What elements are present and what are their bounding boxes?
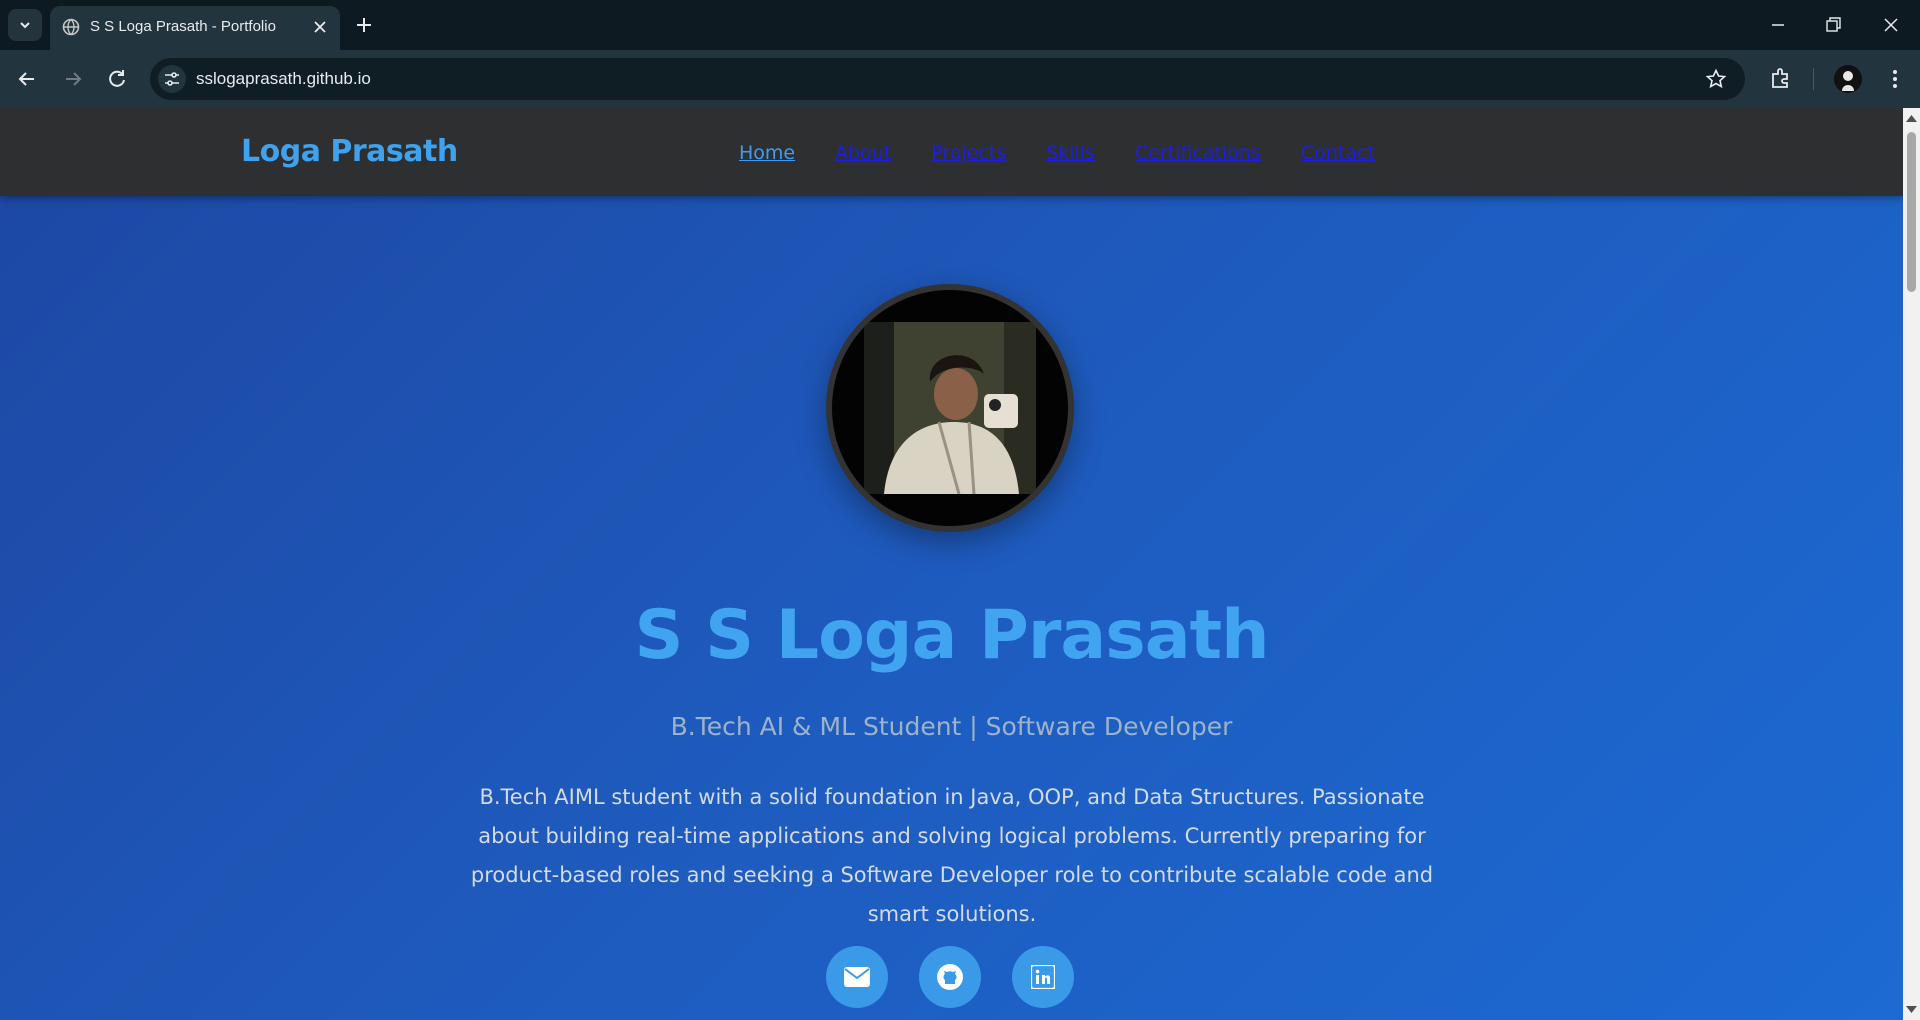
address-bar[interactable]: sslogaprasath.github.io — [150, 58, 1745, 100]
forward-icon[interactable] — [60, 66, 86, 92]
github-icon — [937, 964, 963, 990]
globe-icon — [62, 18, 80, 36]
hero-name: S S Loga Prasath — [634, 596, 1269, 675]
scroll-down-icon[interactable] — [1906, 1006, 1917, 1014]
close-tab-icon[interactable] — [310, 17, 330, 37]
minimize-icon[interactable] — [1767, 14, 1789, 36]
browser-toolbar: sslogaprasath.github.io — [0, 50, 1920, 108]
page-scrollbar[interactable] — [1903, 108, 1920, 1020]
hero-subtitle: B.Tech AI & ML Student | Software Develo… — [670, 712, 1233, 741]
nav-link-projects[interactable]: Projects — [931, 142, 1006, 164]
restore-icon[interactable] — [1822, 14, 1844, 36]
nav-link-contact[interactable]: Contact — [1301, 142, 1375, 164]
url-text: sslogaprasath.github.io — [196, 69, 371, 88]
extensions-icon[interactable] — [1768, 66, 1794, 92]
reload-icon[interactable] — [104, 66, 130, 92]
page-viewport: Loga Prasath Home About Projects Skills … — [0, 108, 1903, 1020]
profile-picture — [864, 322, 1036, 494]
site-navbar: Loga Prasath Home About Projects Skills … — [0, 108, 1903, 196]
chevron-down-icon — [20, 22, 30, 29]
profile-icon — [1834, 65, 1862, 93]
tune-icon — [165, 72, 179, 86]
scroll-up-icon[interactable] — [1906, 114, 1917, 122]
site-info-button[interactable] — [158, 65, 186, 93]
hero-description: B.Tech AIML student with a solid foundat… — [470, 785, 1434, 926]
back-icon[interactable] — [14, 66, 40, 92]
mail-icon — [844, 967, 870, 987]
toolbar-separator — [1813, 68, 1814, 90]
new-tab-icon[interactable] — [353, 14, 375, 36]
browser-tab-active[interactable]: S S Loga Prasath - Portfolio — [50, 6, 340, 50]
nav-link-skills[interactable]: Skills — [1046, 142, 1095, 164]
linkedin-icon — [1031, 965, 1055, 989]
browser-tabstrip: S S Loga Prasath - Portfolio — [0, 0, 1920, 50]
tab-title: S S Loga Prasath - Portfolio — [90, 18, 276, 35]
close-window-icon[interactable] — [1880, 14, 1902, 36]
bookmark-star-icon[interactable] — [1705, 68, 1727, 90]
linkedin-button[interactable] — [1012, 946, 1074, 1008]
email-button[interactable] — [826, 946, 888, 1008]
profile-photo — [826, 284, 1074, 532]
site-nav-links: Home About Projects Skills Certification… — [739, 142, 1375, 164]
profile-avatar[interactable] — [1834, 65, 1862, 93]
more-menu-icon[interactable] — [1882, 66, 1908, 92]
site-brand[interactable]: Loga Prasath — [241, 134, 458, 169]
github-button[interactable] — [919, 946, 981, 1008]
tab-search-button[interactable] — [8, 9, 42, 41]
nav-link-certifications[interactable]: Certifications — [1135, 142, 1261, 164]
nav-link-home[interactable]: Home — [739, 142, 795, 164]
scroll-thumb[interactable] — [1907, 132, 1916, 292]
nav-link-about[interactable]: About — [835, 142, 891, 164]
